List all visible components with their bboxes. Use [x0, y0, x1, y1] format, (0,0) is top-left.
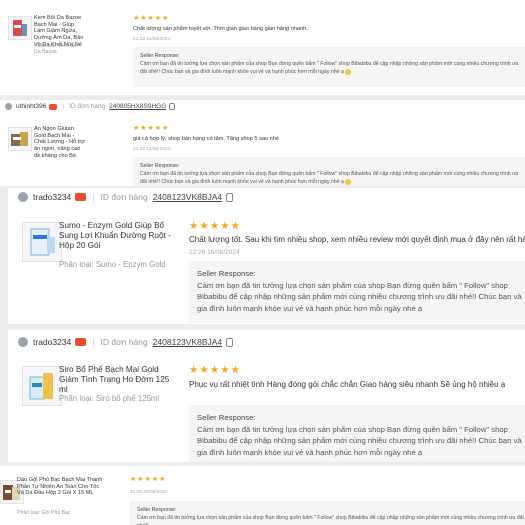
order-id-label: ID đơn hàng — [69, 103, 106, 110]
review-card: Kem Bôi Da Bazoe Bạch Mai - Giúp Làm Giả… — [0, 0, 525, 95]
product-name[interactable]: Dầu Gội Phủ Bạc Bạch Mai Thành Phần Tự N… — [17, 477, 105, 497]
seller-response: Seller Response: Cảm ơn bạn đã tin tưởng… — [189, 405, 525, 462]
seller-response-text: Cảm ơn bạn đã tin tưởng lựa chọn sản phẩ… — [197, 424, 522, 457]
user-avatar-icon — [18, 192, 28, 202]
review-header: uthinht396 | ID đơn hàng 240805HX8S9HGG — [5, 103, 176, 110]
seller-response: Seller Response: Cảm ơn bạn đã tin tưởng… — [130, 501, 525, 525]
review-date: 21:08 20/08/2024 — [130, 490, 168, 495]
seller-response-text: Cảm ơn bạn đã tin tưởng lựa chọn sản phẩ… — [140, 61, 519, 76]
chat-icon[interactable] — [75, 338, 87, 346]
product-name[interactable]: Sumo - Enzym Gold Giúp Bổ Sung Lợi Khuẩn… — [59, 221, 171, 251]
rating-stars: ★★★★★ — [189, 364, 242, 376]
review-text: giá cả hợp lý, shop bán hàng có tâm. Tặn… — [133, 136, 279, 142]
product-name[interactable]: Ăn Ngon Glutan Gold Bạch Mai - Chất Lượn… — [34, 126, 86, 160]
review-header: trado3234 | ID đơn hàng 2408123VK8BJA4 — [18, 337, 234, 347]
product-name[interactable]: Siro Bổ Phế Bạch Mai Gold Giảm Tình Trạn… — [59, 365, 171, 395]
seller-response-label: Seller Response: — [140, 163, 180, 169]
review-date: 21:32 11/08/2024 — [133, 37, 170, 42]
order-id-link[interactable]: 2408123VK8BJA4 — [153, 192, 222, 202]
review-header: trado3234 | ID đơn hàng 2408123VK8BJA4 — [18, 192, 234, 202]
order-id-label: ID đơn hàng — [100, 337, 148, 347]
user-avatar-icon — [5, 103, 12, 110]
seller-response-text: Cảm ơn bạn đã tin tưởng lựa chọn sản phẩ… — [140, 171, 519, 186]
product-variant: Phân loại: Siro bổ phế 125ml — [59, 394, 160, 403]
product-thumbnail[interactable] — [22, 222, 62, 262]
seller-response-text: Cảm ơn bạn đã tin tưởng lựa chọn sản phẩ… — [137, 515, 524, 525]
order-id-link[interactable]: 240805HX8S9HGG — [109, 103, 166, 110]
rating-stars: ★★★★★ — [130, 476, 167, 483]
product-thumbnail[interactable] — [8, 127, 32, 151]
product-variant: Phân loại: Kem Bôi Da Bazoe — [34, 43, 79, 56]
review-card: uthinht396 | ID đơn hàng 240805HX8S9HGG … — [0, 100, 525, 186]
review-card: trado3234 | ID đơn hàng 2408123VK8BJA4 S… — [8, 330, 525, 462]
review-text: Chất lượng tốt. Sau khi tìm nhiều shop, … — [189, 235, 525, 244]
seller-response-label: Seller Response: — [197, 413, 256, 422]
username[interactable]: trado3234 — [33, 192, 71, 202]
review-text: Chất lượng sản phẩm tuyệt vời. Thời gian… — [133, 26, 308, 32]
product-variant: Phân loại: Gội Phủ Bạc — [17, 510, 71, 516]
smile-emoji-icon — [345, 178, 352, 185]
product-variant: Phân loại: Sumo - Enzym Gold — [59, 260, 166, 269]
order-id-link[interactable]: 2408123VK8BJA4 — [153, 337, 222, 347]
review-date: 21:32 11/08/2024 — [133, 147, 170, 152]
review-date: 22:26 16/08/2024 — [189, 249, 240, 256]
user-avatar-icon — [18, 337, 28, 347]
chat-icon[interactable] — [75, 193, 87, 201]
review-text: Phục vụ rất nhiệt tình Hàng đóng gói chắ… — [189, 380, 506, 389]
seller-response-label: Seller Response: — [137, 507, 177, 513]
chat-icon[interactable] — [49, 103, 58, 110]
divider: | — [92, 192, 95, 202]
product-thumbnail[interactable] — [8, 16, 32, 40]
seller-response-label: Seller Response: — [197, 269, 256, 278]
seller-response-label: Seller Response: — [140, 53, 180, 59]
seller-response: Seller Response: Cảm ơn bạn đã tin tưởng… — [189, 261, 525, 323]
rating-stars: ★★★★★ — [189, 220, 242, 232]
rating-stars: ★★★★★ — [133, 15, 170, 22]
seller-response-text: Cảm ơn bạn đã tin tưởng lựa chọn sản phẩ… — [197, 280, 522, 313]
review-card: trado3234 | ID đơn hàng 2408123VK8BJA4 S… — [8, 188, 525, 324]
seller-response: Seller Response: Cảm ơn bạn đã tin tưởng… — [133, 157, 525, 186]
rating-stars: ★★★★★ — [133, 125, 170, 132]
copy-icon[interactable] — [226, 192, 234, 202]
username[interactable]: trado3234 — [33, 337, 71, 347]
review-card: Dầu Gội Phủ Bạc Bạch Mai Thành Phần Tự N… — [0, 466, 525, 525]
seller-response: Seller Response: Cảm ơn bạn đã tin tưởng… — [133, 47, 525, 87]
product-thumbnail[interactable] — [22, 366, 62, 406]
smile-emoji-icon — [345, 68, 352, 75]
divider: | — [62, 103, 65, 110]
divider: | — [92, 337, 95, 347]
username[interactable]: uthinht396 — [16, 103, 46, 110]
copy-icon[interactable] — [169, 103, 176, 110]
copy-icon[interactable] — [226, 337, 234, 347]
order-id-label: ID đơn hàng — [100, 192, 148, 202]
